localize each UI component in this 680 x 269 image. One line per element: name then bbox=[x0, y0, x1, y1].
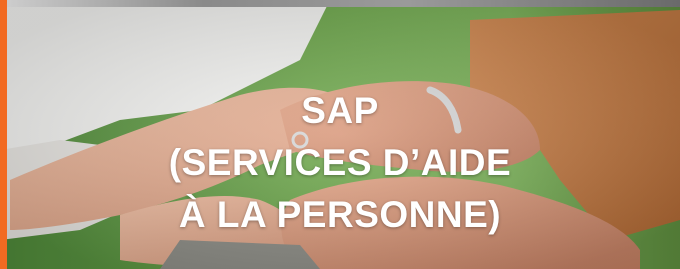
orange-accent-bar bbox=[0, 0, 7, 269]
banner-title: SAP (SERVICES D’AIDE À LA PERSONNE) bbox=[150, 85, 530, 241]
hero-banner: SAP (SERVICES D’AIDE À LA PERSONNE) bbox=[0, 0, 680, 269]
banner-title-line-1: SAP bbox=[301, 89, 379, 131]
banner-title-line-2: (SERVICES D’AIDE bbox=[168, 141, 512, 183]
top-strip bbox=[0, 0, 680, 7]
banner-title-line-3: À LA PERSONNE) bbox=[178, 193, 502, 235]
